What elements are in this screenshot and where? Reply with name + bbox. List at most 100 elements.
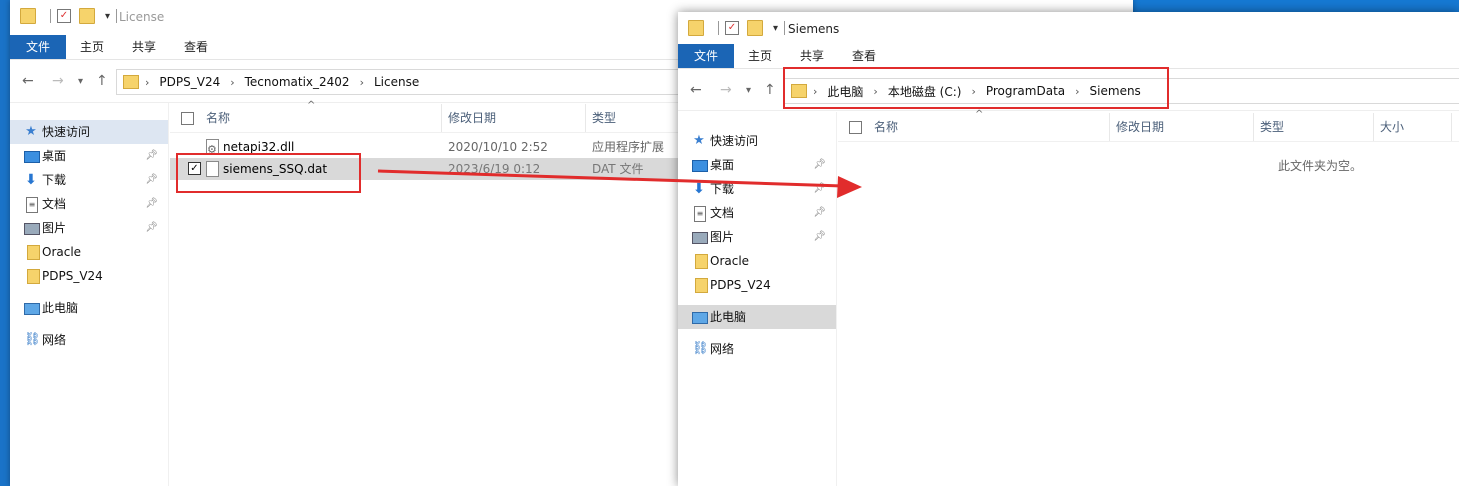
select-all-checkbox[interactable] <box>181 112 194 125</box>
download-icon: ⬇ <box>693 181 705 197</box>
sidebar-item-downloads[interactable]: ⬇ 下载 📌︎ <box>678 177 836 201</box>
tab-view[interactable]: 查看 <box>838 44 890 68</box>
pane-divider <box>836 112 837 486</box>
sidebar-item-pdps-v24[interactable]: PDPS_V24 <box>678 273 836 297</box>
sidebar-item-pictures[interactable]: 图片 📌︎ <box>10 216 168 240</box>
column-header-name[interactable]: 名称 <box>200 104 442 132</box>
folder-icon <box>20 8 36 24</box>
column-header-size[interactable]: 大小 <box>1374 113 1452 141</box>
network-icon: ⛓ <box>692 341 709 356</box>
column-header-name[interactable]: 名称 <box>868 113 1110 141</box>
column-headers: ^ 名称 修改日期 类型 大小 <box>838 109 1459 142</box>
up-arrow-icon[interactable]: ↑ <box>764 82 776 98</box>
breadcrumb-separator[interactable]: › <box>230 76 234 89</box>
tab-file[interactable]: 文件 <box>678 44 735 68</box>
pane-divider <box>168 103 169 486</box>
breadcrumb-item[interactable]: Tecnomatix_2402 <box>245 75 350 89</box>
forward-arrow-icon[interactable]: → <box>52 73 64 89</box>
tab-share[interactable]: 共享 <box>786 44 838 68</box>
sidebar-item-this-pc[interactable]: 此电脑 <box>10 296 168 320</box>
download-icon: ⬇ <box>25 172 37 188</box>
sidebar-item-quick-access[interactable]: ★ 快速访问 <box>10 120 168 144</box>
forward-arrow-icon[interactable]: → <box>720 82 732 98</box>
up-arrow-icon[interactable]: ↑ <box>96 73 108 89</box>
tab-share[interactable]: 共享 <box>118 35 170 59</box>
sidebar-item-documents[interactable]: ≡ 文档 📌︎ <box>10 192 168 216</box>
folder-icon <box>123 75 139 89</box>
pictures-icon <box>692 232 708 244</box>
document-icon: ≡ <box>694 206 706 222</box>
recent-locations-chevron-icon[interactable]: ▾ <box>78 76 83 87</box>
highlight-box-source-file <box>176 153 361 193</box>
pin-icon[interactable]: 📌︎ <box>813 153 826 177</box>
tab-home[interactable]: 主页 <box>734 44 786 68</box>
folder-icon <box>695 278 708 293</box>
highlight-box-destination-path <box>783 67 1169 109</box>
desktop-icon <box>24 151 40 163</box>
tab-home[interactable]: 主页 <box>66 35 118 59</box>
toolbar-divider <box>784 21 786 35</box>
sidebar-item-desktop[interactable]: 桌面 📌︎ <box>678 153 836 177</box>
sidebar-item-desktop[interactable]: 桌面 📌︎ <box>10 144 168 168</box>
breadcrumb-item[interactable]: PDPS_V24 <box>159 75 220 89</box>
sidebar-item-oracle[interactable]: Oracle <box>10 240 168 264</box>
tab-file[interactable]: 文件 <box>10 35 67 59</box>
ribbon-tabs: 文件 主页 共享 查看 <box>678 44 1459 69</box>
toolbar-divider <box>718 21 719 35</box>
sidebar-item-network[interactable]: ⛓ 网络 <box>678 337 836 361</box>
star-icon: ★ <box>25 124 37 139</box>
sidebar-item-pdps-v24[interactable]: PDPS_V24 <box>10 264 168 288</box>
properties-icon[interactable]: ✓ <box>57 9 71 23</box>
back-arrow-icon[interactable]: ← <box>690 82 702 98</box>
properties-icon[interactable]: ✓ <box>725 21 739 35</box>
window-title: Siemens <box>788 22 840 36</box>
computer-icon <box>692 312 708 324</box>
navigation-pane: ★ 快速访问 桌面 📌︎ ⬇ 下载 📌︎ ≡ 文档 📌︎ 图片 📌︎ Oracle PDPS_… <box>10 120 168 352</box>
column-header-date[interactable]: 修改日期 <box>1110 113 1254 141</box>
sidebar-item-documents[interactable]: ≡ 文档 📌︎ <box>678 201 836 225</box>
desktop-icon <box>692 160 708 172</box>
column-header-date[interactable]: 修改日期 <box>442 104 586 132</box>
toolbar-divider <box>50 9 51 23</box>
pin-icon[interactable]: 📌︎ <box>813 177 826 201</box>
breadcrumb-separator[interactable]: › <box>145 76 149 89</box>
quick-access-toolbar: ✓ ▾ <box>20 8 123 24</box>
title-bar[interactable]: ✓ ▾ Siemens <box>678 12 1459 46</box>
document-icon: ≡ <box>26 197 38 213</box>
recent-locations-chevron-icon[interactable]: ▾ <box>746 85 751 96</box>
sidebar-item-oracle[interactable]: Oracle <box>678 249 836 273</box>
folder-icon <box>695 254 708 269</box>
select-all-checkbox[interactable] <box>849 121 862 134</box>
sidebar-item-quick-access[interactable]: ★ 快速访问 <box>678 129 836 153</box>
empty-folder-message: 此文件夹为空。 <box>1278 159 1363 173</box>
star-icon: ★ <box>693 133 705 148</box>
sidebar-item-this-pc[interactable]: 此电脑 <box>678 305 836 329</box>
file-date: 2023/6/19 0:12 <box>448 162 541 176</box>
sidebar-item-downloads[interactable]: ⬇ 下载 📌︎ <box>10 168 168 192</box>
file-list[interactable]: ^ 名称 修改日期 类型 大小 此文件夹为空。 <box>838 109 1459 486</box>
back-arrow-icon[interactable]: ← <box>22 73 34 89</box>
pin-icon[interactable]: 📌︎ <box>145 168 158 192</box>
computer-icon <box>24 303 40 315</box>
network-icon: ⛓ <box>24 332 41 347</box>
window-title: License <box>119 10 165 24</box>
customize-dropdown-icon[interactable]: ▾ <box>773 23 778 34</box>
breadcrumb-item[interactable]: License <box>374 75 419 89</box>
tab-view[interactable]: 查看 <box>170 35 222 59</box>
column-header-type[interactable]: 类型 <box>1254 113 1374 141</box>
sidebar-item-pictures[interactable]: 图片 📌︎ <box>678 225 836 249</box>
pin-icon[interactable]: 📌︎ <box>145 192 158 216</box>
navigation-pane: ★ 快速访问 桌面 📌︎ ⬇ 下载 📌︎ ≡ 文档 📌︎ 图片 📌︎ Oracle PDPS_… <box>678 129 836 361</box>
new-folder-icon[interactable] <box>747 20 763 36</box>
toolbar-divider <box>116 9 118 23</box>
breadcrumb-separator[interactable]: › <box>360 76 364 89</box>
customize-dropdown-icon[interactable]: ▾ <box>105 11 110 22</box>
folder-icon <box>27 269 40 284</box>
pin-icon[interactable]: 📌︎ <box>813 225 826 249</box>
pin-icon[interactable]: 📌︎ <box>145 144 158 168</box>
pin-icon[interactable]: 📌︎ <box>145 216 158 240</box>
pin-icon[interactable]: 📌︎ <box>813 201 826 225</box>
new-folder-icon[interactable] <box>79 8 95 24</box>
sidebar-item-network[interactable]: ⛓ 网络 <box>10 328 168 352</box>
folder-icon <box>688 20 704 36</box>
